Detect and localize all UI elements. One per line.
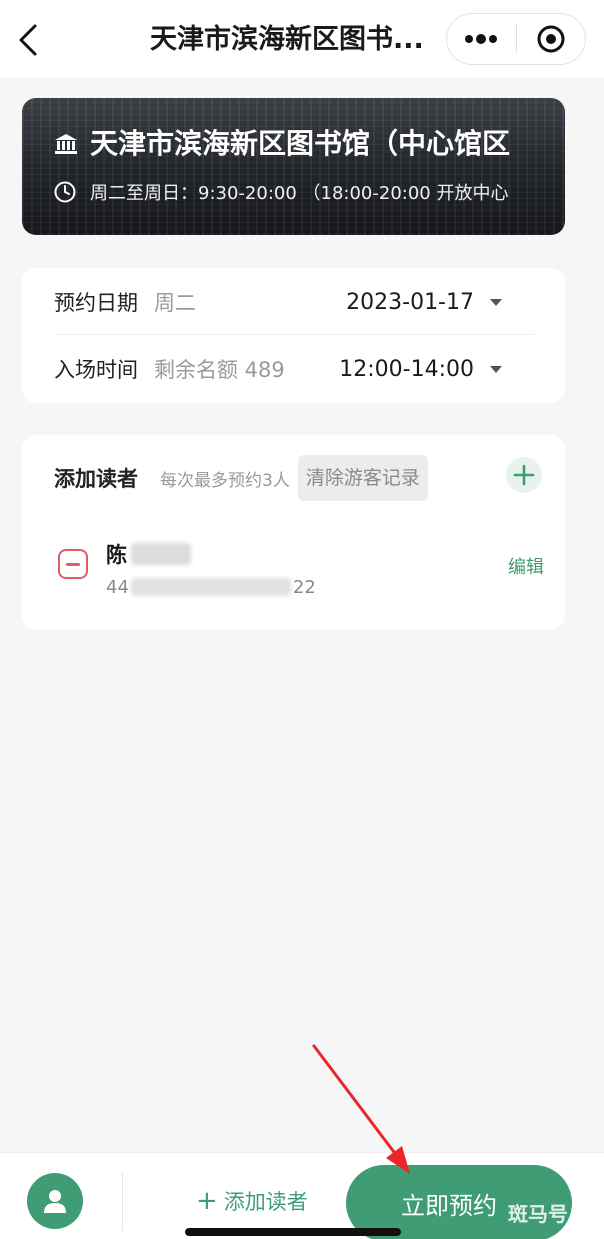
avatar[interactable] [27, 1173, 83, 1229]
page-title: 天津市滨海新区图书... [150, 24, 424, 55]
reader-name: 陈 [106, 543, 127, 567]
redacted-id-blur [130, 578, 291, 596]
navigation-bar: 天津市滨海新区图书... [0, 0, 604, 78]
add-reader-label: 添加读者 [223, 1190, 308, 1214]
target-close-icon [537, 25, 565, 53]
close-program-button[interactable] [517, 14, 586, 64]
date-picker-row[interactable]: 预约日期 周二 2023-01-17 [54, 269, 534, 335]
date-value-text: 2023-01-17 [346, 289, 474, 315]
mini-program-capsule [446, 13, 586, 65]
caret-down-icon [490, 298, 502, 306]
readers-card: 添加读者 每次最多预约3人 清除游客记录 陈 44 22 编辑 [22, 435, 565, 630]
list-item: 陈 44 22 编辑 [54, 535, 544, 605]
library-building-icon [55, 134, 77, 154]
chevron-left-icon [19, 24, 37, 56]
divider [122, 1173, 123, 1231]
date-value[interactable]: 2023-01-17 [346, 290, 502, 315]
clear-visitor-records-button[interactable]: 清除游客记录 [297, 455, 428, 501]
reservation-card: 预约日期 周二 2023-01-17 入场时间 剩余名额 489 12:00-1… [22, 268, 565, 403]
minus-icon [66, 562, 80, 566]
user-icon [44, 1190, 66, 1213]
reader-id-row: 44 22 [106, 575, 316, 599]
time-value[interactable]: 12:00-14:00 [339, 357, 502, 382]
time-picker-row[interactable]: 入场时间 剩余名额 489 12:00-14:00 [54, 336, 534, 402]
banner-hours-row: 周二至周日：9:30-20:00 （18:00-20:00 开放中心 [54, 178, 565, 206]
redacted-name-blur [131, 543, 191, 565]
readers-header: 添加读者 每次最多预约3人 清除游客记录 [54, 455, 544, 501]
clock-icon [54, 181, 76, 203]
back-button[interactable] [10, 20, 46, 60]
weekday-text: 周二 [154, 291, 196, 315]
book-now-label: 立即预约 [401, 1191, 497, 1220]
library-banner: 天津市滨海新区图书馆（中心馆区 周二至周日：9:30-20:00 （18:00-… [22, 98, 565, 235]
reader-id-prefix: 44 [106, 576, 129, 598]
readers-title: 添加读者 [54, 467, 138, 491]
opening-hours: 周二至周日：9:30-20:00 （18:00-20:00 开放中心 [90, 183, 509, 204]
watermark: 斑马号 [508, 1202, 568, 1226]
reader-id-suffix: 22 [292, 576, 316, 598]
time-value-text: 12:00-14:00 [339, 356, 474, 382]
library-name: 天津市滨海新区图书馆（中心馆区 [90, 127, 511, 160]
remaining-quota: 剩余名额 489 [154, 358, 285, 382]
reader-name-row: 陈 [106, 539, 191, 569]
more-button[interactable] [447, 14, 516, 64]
edit-reader-link[interactable]: 编辑 [508, 553, 544, 579]
home-indicator [185, 1228, 401, 1236]
more-dots-icon [465, 34, 498, 44]
remove-reader-button[interactable] [58, 549, 88, 579]
caret-down-icon [490, 365, 502, 373]
add-reader-button[interactable]: + 添加读者 [196, 1185, 308, 1217]
banner-title-row: 天津市滨海新区图书馆（中心馆区 [54, 124, 565, 164]
date-label: 预约日期 [54, 291, 138, 315]
plus-icon [513, 464, 535, 486]
divider [54, 334, 534, 335]
plus-icon: + [196, 1186, 218, 1216]
add-reader-icon-button[interactable] [506, 457, 542, 493]
readers-limit-note: 每次最多预约3人 [160, 470, 290, 491]
time-label: 入场时间 [54, 358, 138, 382]
